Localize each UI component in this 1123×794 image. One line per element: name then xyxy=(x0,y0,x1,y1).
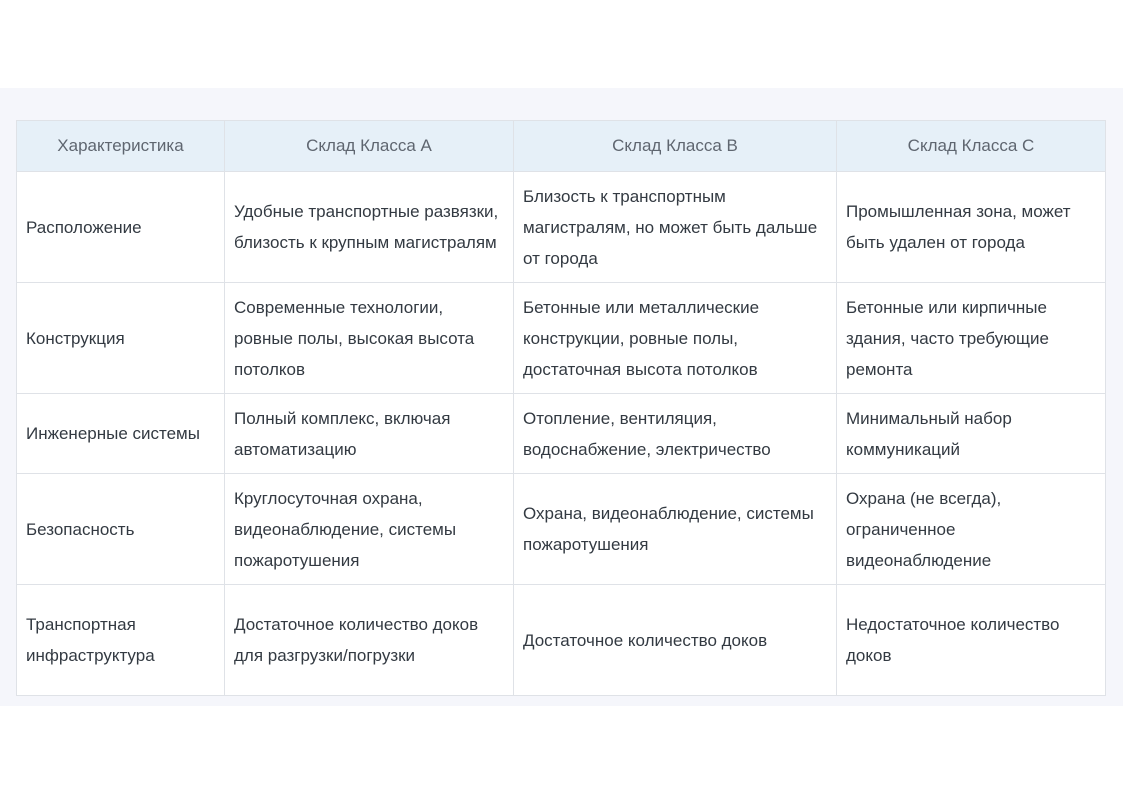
table-header-row: Характеристика Склад Класса A Склад Клас… xyxy=(16,120,1106,172)
cell-class-a: Достаточное количество доков для разгруз… xyxy=(224,584,514,696)
table-row: Конструкция Современные технологии, ровн… xyxy=(16,282,1106,394)
cell-class-a: Круглосуточная охрана, видеонаблюдение, … xyxy=(224,473,514,585)
header-class-a: Склад Класса A xyxy=(224,120,514,172)
cell-class-b: Близость к транспортным магистралям, но … xyxy=(513,171,837,283)
table-row: Безопасность Круглосуточная охрана, виде… xyxy=(16,473,1106,585)
cell-class-c: Минимальный набор коммуникаций xyxy=(836,393,1106,474)
content-panel: Характеристика Склад Класса A Склад Клас… xyxy=(0,88,1123,706)
cell-feature: Конструкция xyxy=(16,282,225,394)
header-feature: Характеристика xyxy=(16,120,225,172)
header-class-c: Склад Класса C xyxy=(836,120,1106,172)
cell-class-c: Бетонные или кирпичные здания, часто тре… xyxy=(836,282,1106,394)
cell-class-b: Достаточное количество доков xyxy=(513,584,837,696)
table-row: Инженерные системы Полный комплекс, вклю… xyxy=(16,393,1106,474)
cell-class-b: Охрана, видеонаблюдение, системы пожарот… xyxy=(513,473,837,585)
cell-feature: Инженерные системы xyxy=(16,393,225,474)
cell-class-c: Недостаточное количество доков xyxy=(836,584,1106,696)
header-class-b: Склад Класса B xyxy=(513,120,837,172)
warehouse-class-comparison-table: Характеристика Склад Класса A Склад Клас… xyxy=(16,120,1106,696)
cell-class-c: Промышленная зона, может быть удален от … xyxy=(836,171,1106,283)
cell-class-a: Удобные транспортные развязки, близость … xyxy=(224,171,514,283)
cell-class-c: Охрана (не всегда), ограниченное видеона… xyxy=(836,473,1106,585)
cell-class-a: Современные технологии, ровные полы, выс… xyxy=(224,282,514,394)
cell-class-b: Бетонные или металлические конструкции, … xyxy=(513,282,837,394)
cell-feature: Безопасность xyxy=(16,473,225,585)
cell-class-b: Отопление, вентиляция, водоснабжение, эл… xyxy=(513,393,837,474)
table-row: Транспортная инфраструктура Достаточное … xyxy=(16,584,1106,696)
cell-feature: Транспортная инфраструктура xyxy=(16,584,225,696)
cell-feature: Расположение xyxy=(16,171,225,283)
cell-class-a: Полный комплекс, включая автоматизацию xyxy=(224,393,514,474)
table-row: Расположение Удобные транспортные развяз… xyxy=(16,171,1106,283)
